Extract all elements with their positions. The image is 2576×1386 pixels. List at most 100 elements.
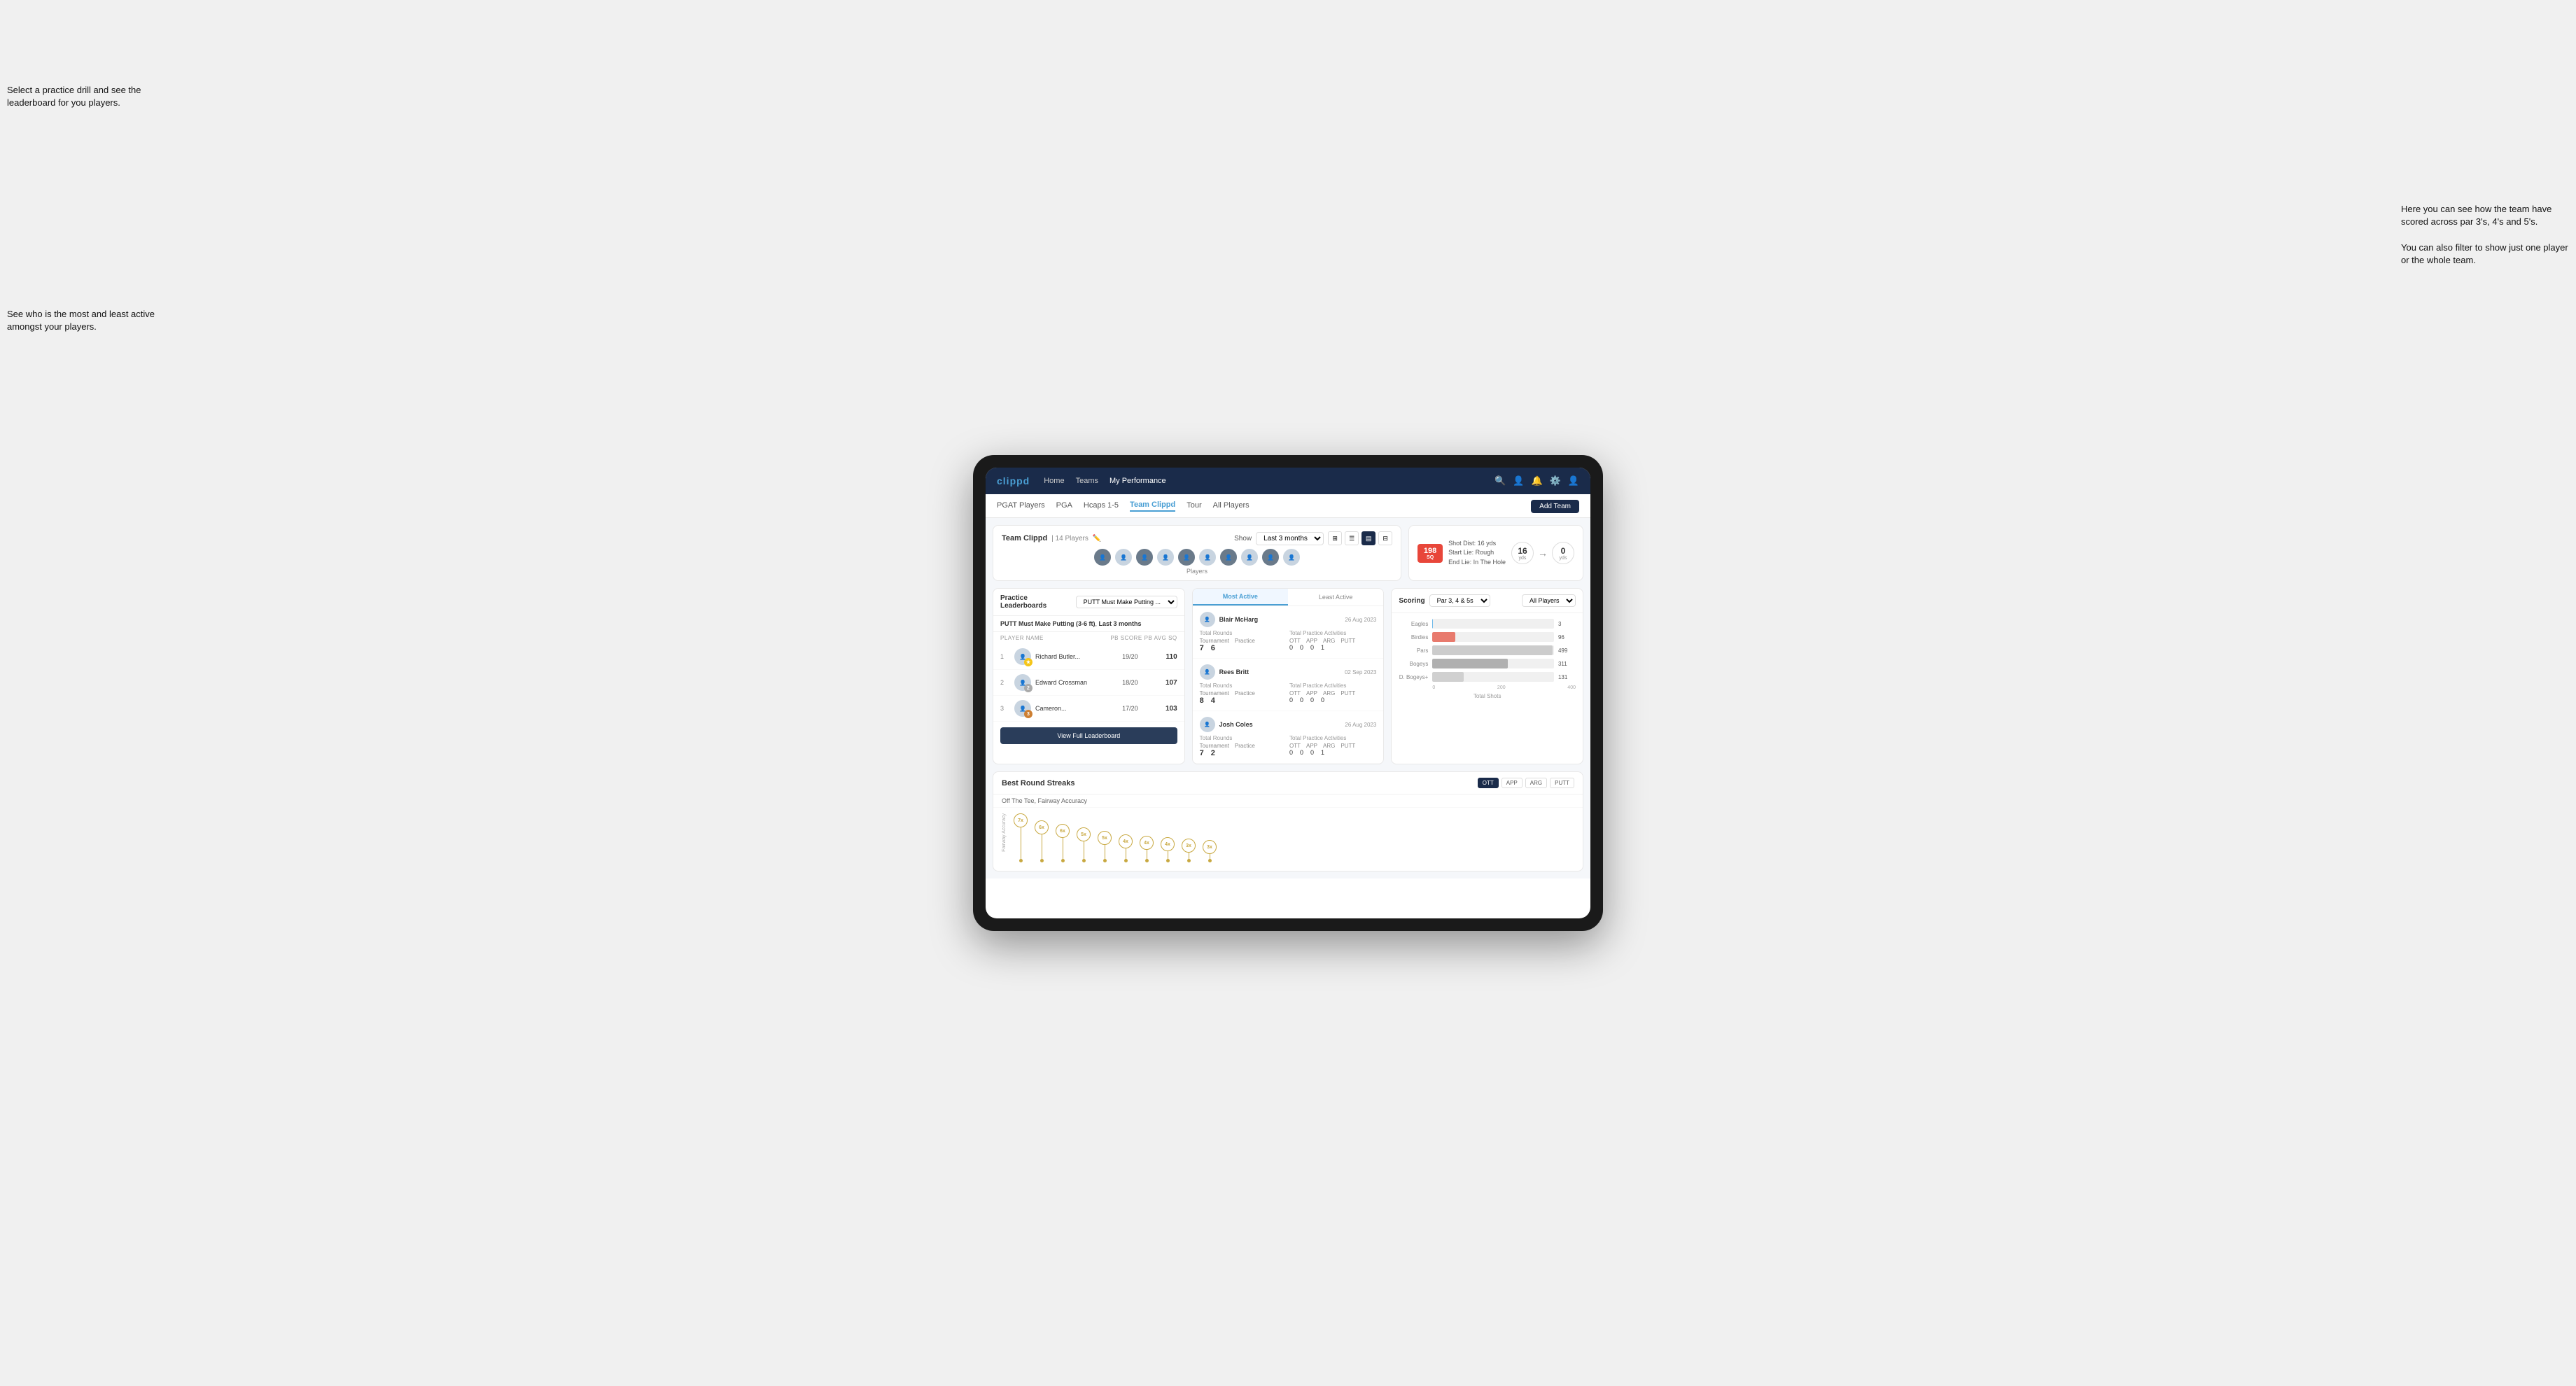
edit-icon[interactable]: ✏️ xyxy=(1093,535,1101,542)
shot-circles: 16 yds → 0 yds xyxy=(1511,542,1574,564)
x-label-0: 0 xyxy=(1432,685,1435,690)
streak-point-3: 6x xyxy=(1056,824,1070,862)
search-icon[interactable]: 🔍 xyxy=(1494,475,1506,486)
streaks-card: Best Round Streaks OTT APP ARG PUTT Off … xyxy=(993,771,1583,872)
bar-val-pars: 499 xyxy=(1558,648,1576,654)
most-active-toggle[interactable]: Most Active xyxy=(1193,589,1288,606)
avatar-3: 👤 xyxy=(1135,548,1154,566)
player-date-2: 02 Sep 2023 xyxy=(1345,669,1376,676)
nav-link-teams[interactable]: Teams xyxy=(1076,477,1098,485)
scoring-par-filter[interactable]: Par 3, 4 & 5s xyxy=(1429,594,1490,607)
arg-val-2: 0 xyxy=(1310,696,1314,704)
lb-avatar-2: 👤 2 xyxy=(1014,674,1031,691)
total-practice-label-3: Total Practice Activities xyxy=(1289,735,1376,741)
view-full-leaderboard-button[interactable]: View Full Leaderboard xyxy=(1000,727,1177,744)
view-list-icon[interactable]: ☰ xyxy=(1345,531,1359,545)
streak-bubble-6: 4x xyxy=(1119,834,1133,848)
least-active-toggle[interactable]: Least Active xyxy=(1288,589,1383,606)
bar-label-bogeys: Bogeys xyxy=(1399,661,1428,667)
chart-x-labels: 0 200 400 xyxy=(1432,685,1576,690)
annotation-bottom-left: See who is the most and least active amo… xyxy=(7,308,161,333)
leaderboard-card-header: Practice Leaderboards PUTT Must Make Put… xyxy=(993,589,1184,616)
team-count: | 14 Players xyxy=(1051,535,1088,542)
lb-rank-3: 3 xyxy=(1000,705,1010,712)
lb-badge-bronze: 3 xyxy=(1024,710,1032,718)
streaks-chart: Fairway Accuracy 7x 6x xyxy=(993,808,1583,871)
streak-btn-ott[interactable]: OTT xyxy=(1478,778,1499,788)
bar-val-bogeys: 311 xyxy=(1558,661,1576,667)
show-select[interactable]: Last 3 months xyxy=(1256,532,1324,545)
chart-x-title: Total Shots xyxy=(1399,693,1576,699)
lb-badge-silver: 2 xyxy=(1024,684,1032,692)
avatar-7: 👤 xyxy=(1219,548,1238,566)
view-card-icon[interactable]: ▤ xyxy=(1362,531,1376,545)
three-col: Practice Leaderboards PUTT Must Make Put… xyxy=(993,588,1583,764)
bar-track-birdies xyxy=(1432,632,1554,642)
bar-fill-dbogeys xyxy=(1432,672,1464,682)
streak-point-9: 3x xyxy=(1182,839,1196,862)
bar-label-birdies: Birdies xyxy=(1399,634,1428,640)
list-item: 👤 Josh Coles 26 Aug 2023 Total Rounds To… xyxy=(1193,711,1384,764)
sub-nav-teamclippd[interactable]: Team Clippd xyxy=(1130,500,1175,512)
streak-btn-arg[interactable]: ARG xyxy=(1525,778,1547,788)
player-stats-1: Total Rounds Tournament Practice 7 6 xyxy=(1200,630,1377,652)
streak-btn-app[interactable]: APP xyxy=(1502,778,1522,788)
total-rounds-label-1: Total Rounds xyxy=(1200,630,1287,636)
team-header-card: Team Clippd | 14 Players ✏️ Show Last 3 … xyxy=(993,525,1401,581)
streak-point-7: 4x xyxy=(1140,836,1154,862)
lb-name-1: Richard Butler... xyxy=(1035,653,1099,660)
lb-col-score-header: PB SCORE xyxy=(1107,635,1142,641)
streak-btn-putt[interactable]: PUTT xyxy=(1550,778,1574,788)
bell-icon[interactable]: 🔔 xyxy=(1531,475,1542,486)
bar-fill-eagles xyxy=(1432,619,1433,629)
lb-score-3: 17/20 xyxy=(1103,705,1138,712)
player-date-1: 26 Aug 2023 xyxy=(1345,617,1376,623)
streak-bubble-10: 3x xyxy=(1203,840,1217,854)
avatar-4: 👤 xyxy=(1156,548,1175,566)
add-team-button[interactable]: Add Team xyxy=(1531,500,1579,513)
bar-fill-birdies xyxy=(1432,632,1455,642)
shot-badge: 198 SQ xyxy=(1418,544,1443,563)
bar-val-birdies: 96 xyxy=(1558,634,1576,640)
practice-label-1: Practice xyxy=(1235,638,1255,644)
streak-point-8: 4x xyxy=(1161,837,1175,862)
y-axis-label: Fairway Accuracy xyxy=(1002,813,1007,852)
player-stats-3: Total Rounds TournamentPractice 7 2 xyxy=(1200,735,1377,757)
bar-val-dbogeys: 131 xyxy=(1558,674,1576,680)
list-item: 👤 Blair McHarg 26 Aug 2023 Total Rounds … xyxy=(1193,606,1384,659)
user-icon[interactable]: 👤 xyxy=(1513,475,1524,486)
shot-arrow-icon: → xyxy=(1538,547,1548,559)
view-icons: ⊞ ☰ ▤ ⊟ xyxy=(1328,531,1392,545)
sub-nav-pgat[interactable]: PGAT Players xyxy=(997,501,1045,511)
avatar-2: 👤 xyxy=(1114,548,1133,566)
nav-link-myperformance[interactable]: My Performance xyxy=(1110,477,1166,485)
avatar-icon[interactable]: 👤 xyxy=(1568,475,1579,486)
shot-info: Shot Dist: 16 yds Start Lie: Rough End L… xyxy=(1448,539,1506,568)
lb-name-3: Cameron... xyxy=(1035,705,1099,712)
bar-track-dbogeys xyxy=(1432,672,1554,682)
nav-link-home[interactable]: Home xyxy=(1044,477,1064,485)
scoring-card: Scoring Par 3, 4 & 5s All Players Eagles xyxy=(1391,588,1583,764)
player-date-3: 26 Aug 2023 xyxy=(1345,722,1376,728)
drill-dropdown[interactable]: PUTT Must Make Putting ... xyxy=(1076,596,1177,608)
practice-sub-labels-1: OTT APP ARG PUTT xyxy=(1289,638,1376,644)
practice-val-2: 4 xyxy=(1211,696,1215,705)
main-content: Team Clippd | 14 Players ✏️ Show Last 3 … xyxy=(986,518,1590,878)
scoring-player-filter[interactable]: All Players xyxy=(1522,594,1576,607)
settings-icon[interactable]: ⚙️ xyxy=(1550,475,1561,486)
bar-row-dbogeys: D. Bogeys+ 131 xyxy=(1399,672,1576,682)
sub-nav-allplayers[interactable]: All Players xyxy=(1213,501,1250,511)
sub-nav-pga[interactable]: PGA xyxy=(1056,501,1072,511)
scoring-header: Scoring Par 3, 4 & 5s All Players xyxy=(1392,589,1583,613)
player-name-2: Rees Britt xyxy=(1219,668,1340,676)
sub-nav-hcaps[interactable]: Hcaps 1-5 xyxy=(1084,501,1119,511)
ott-val-2: 0 xyxy=(1289,696,1293,704)
sub-nav-tour[interactable]: Tour xyxy=(1186,501,1201,511)
view-filter-icon[interactable]: ⊟ xyxy=(1378,531,1392,545)
tournament-label-1: Tournament xyxy=(1200,638,1229,644)
most-active-card: Most Active Least Active 👤 Blair McHarg … xyxy=(1192,588,1385,764)
shot-dist: Shot Dist: 16 yds xyxy=(1448,539,1506,549)
view-grid-icon[interactable]: ⊞ xyxy=(1328,531,1342,545)
app-val-1: 0 xyxy=(1300,644,1303,651)
tournament-val-3: 7 xyxy=(1200,749,1204,757)
